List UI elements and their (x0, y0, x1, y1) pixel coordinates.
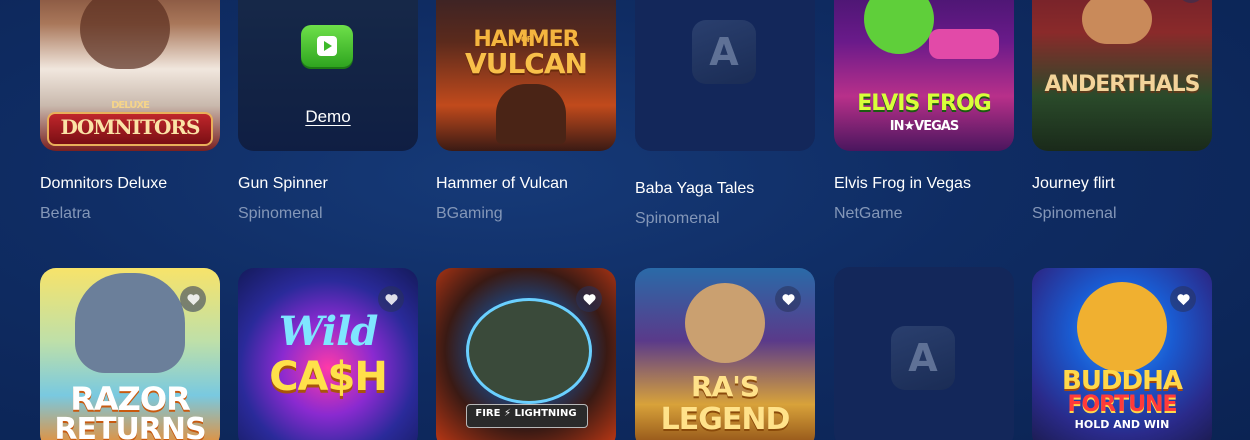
game-thumbnail[interactable]: DELUXE DOMNITORS (40, 0, 220, 151)
game-thumbnail[interactable]: ELVIS FROG IN★VEGAS (834, 0, 1014, 151)
game-provider[interactable]: Spinomenal (238, 205, 323, 223)
favorite-button[interactable] (775, 286, 801, 312)
demo-link[interactable]: Demo (238, 107, 418, 127)
play-button[interactable] (301, 25, 353, 67)
art-line2: LEGEND (660, 402, 791, 437)
game-thumbnail[interactable]: RAZOR RETURNS (40, 268, 220, 440)
game-thumbnail-placeholder[interactable]: A (834, 267, 1014, 440)
game-provider[interactable]: Spinomenal (635, 210, 720, 228)
heart-icon (384, 293, 398, 305)
game-thumbnail[interactable]: RA'S LEGEND (635, 268, 815, 440)
character-art (466, 298, 592, 404)
favorite-button[interactable] (1178, 0, 1204, 3)
character-art (80, 0, 170, 69)
game-thumbnail[interactable]: HAMMER OF VULCAN (436, 0, 616, 151)
game-thumbnail[interactable]: FIRE ⚡ LIGHTNING (436, 268, 616, 440)
game-thumbnail[interactable]: Demo (238, 0, 418, 151)
game-provider[interactable]: Spinomenal (1032, 205, 1117, 223)
character-art (75, 273, 185, 373)
games-grid: DELUXE DOMNITORS Domnitors Deluxe Belatr… (40, 0, 1213, 440)
game-provider[interactable]: NetGame (834, 205, 902, 223)
placeholder-logo: A (692, 20, 756, 84)
art-line2: FORTUNE (1067, 392, 1178, 417)
heart-icon (582, 293, 596, 305)
art-line2: IN★VEGAS (889, 119, 959, 134)
art-line2: CA$H (269, 354, 388, 400)
heart-icon (1176, 293, 1190, 305)
heart-icon (781, 293, 795, 305)
placeholder-logo: A (891, 326, 955, 390)
character-art (685, 283, 765, 363)
game-thumbnail-placeholder[interactable]: A (635, 0, 815, 151)
favorite-button[interactable] (1170, 286, 1196, 312)
art-line1: ELVIS FROG (857, 91, 991, 116)
art-line2: DOMNITORS (60, 115, 201, 139)
art-line1: RA'S (691, 370, 760, 403)
art-small: OF (520, 35, 532, 44)
game-title[interactable]: Domnitors Deluxe (40, 175, 167, 193)
game-title[interactable]: Baba Yaga Tales (635, 180, 754, 198)
favorite-button[interactable] (180, 286, 206, 312)
art-line2: VULCAN (465, 47, 588, 80)
heart-icon (186, 293, 200, 305)
game-title[interactable]: Journey flirt (1032, 175, 1115, 193)
character-art (496, 84, 566, 144)
game-provider[interactable]: Belatra (40, 205, 91, 223)
art-line1: ANDERTHALS (1044, 72, 1201, 97)
favorite-button[interactable] (576, 286, 602, 312)
game-title[interactable]: Hammer of Vulcan (436, 175, 568, 193)
play-icon (317, 36, 337, 56)
art-line1: DELUXE (111, 100, 150, 111)
game-provider[interactable]: BGaming (436, 205, 503, 223)
favorite-button[interactable] (378, 286, 404, 312)
game-thumbnail[interactable]: ANDERTHALS (1032, 0, 1212, 151)
art-line2: RETURNS (54, 412, 206, 440)
game-title[interactable]: Elvis Frog in Vegas (834, 175, 971, 193)
art-line1: Wild (278, 308, 379, 355)
art-line3: HOLD AND WIN (1074, 418, 1170, 431)
character-art (1077, 282, 1167, 372)
game-thumbnail[interactable]: Wild CA$H (238, 268, 418, 440)
game-title[interactable]: Gun Spinner (238, 175, 328, 193)
character-art (1082, 0, 1152, 44)
hover-overlay (238, 0, 418, 151)
game-thumbnail[interactable]: BUDDHA FORTUNE HOLD AND WIN (1032, 268, 1212, 440)
games-grid-frame: DELUXE DOMNITORS Domnitors Deluxe Belatr… (0, 0, 1250, 440)
car-art (929, 29, 999, 59)
character-art (864, 0, 934, 54)
art-line1: FIRE ⚡ LIGHTNING (475, 408, 577, 419)
